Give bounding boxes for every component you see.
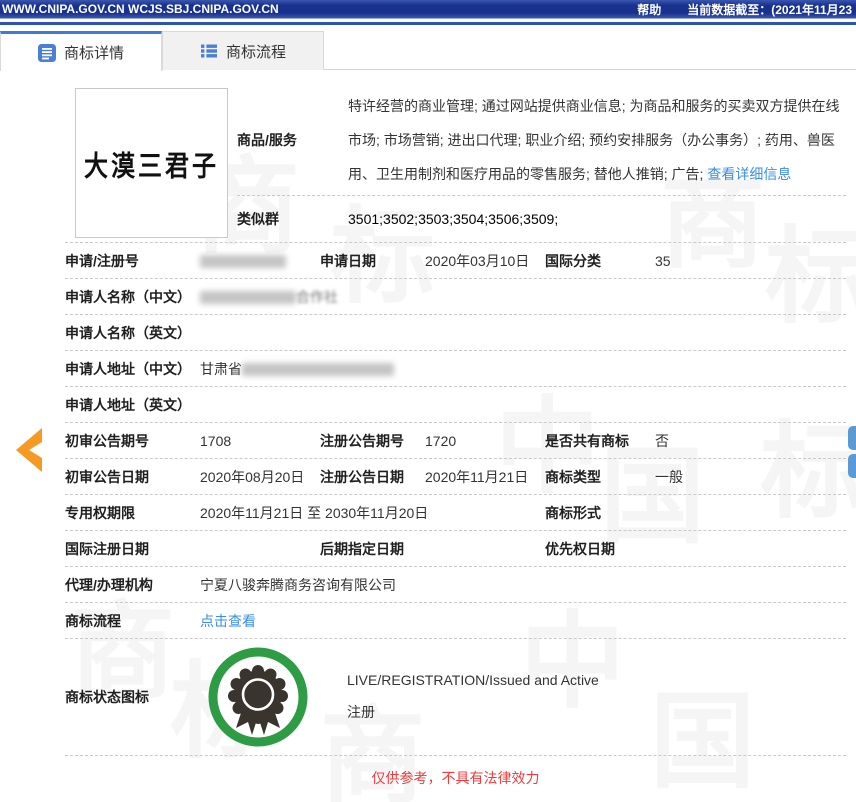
- trademark-type-value: 一般: [655, 467, 846, 487]
- first-pub-date-value: 2020年08月20日: [200, 467, 320, 487]
- table-row-application-number: 申请/注册号 申请日期 2020年03月10日 国际分类 35: [65, 243, 846, 279]
- trademark-flow-label: 商标流程: [65, 611, 200, 631]
- trademark-detail-page: 商 标 商 标 中 国 商 标 中 国 商 标 WWW.CNIPA.GOV.CN…: [0, 0, 856, 802]
- trademark-image-text: 大漠三君子: [84, 143, 219, 183]
- redacted-value: [200, 291, 296, 304]
- list-icon: [200, 42, 218, 60]
- trademark-summary-block: 大漠三君子 商品/服务 特许经营的商业管理; 通过网站提供商业信息; 为商品和服…: [65, 85, 846, 243]
- applicant-address-en-label: 申请人地址（英文）: [65, 395, 200, 415]
- shared-trademark-value: 否: [655, 431, 846, 451]
- right-scroll-indicator-up[interactable]: [848, 426, 856, 450]
- legal-disclaimer: 仅供参考，不具有法律效力: [65, 756, 846, 800]
- applicant-name-visible-suffix: 合作社: [296, 289, 338, 305]
- trademark-detail-table: 大漠三君子 商品/服务 特许经营的商业管理; 通过网站提供商业信息; 为商品和服…: [65, 85, 846, 800]
- first-pub-issue-label: 初审公告期号: [65, 431, 200, 451]
- redacted-value: [200, 255, 286, 268]
- table-row-trademark-status: 商标状态图标: [65, 639, 846, 756]
- later-designation-label: 后期指定日期: [320, 539, 425, 559]
- table-row-applicant-name-en: 申请人名称（英文）: [65, 315, 846, 351]
- shared-trademark-label: 是否共有商标: [545, 431, 655, 451]
- table-row-applicant-name-cn: 申请人名称（中文） 合作社: [65, 279, 846, 315]
- table-row-intl-registration: 国际注册日期 后期指定日期 优先权日期: [65, 531, 846, 567]
- application-number-value: [200, 253, 320, 269]
- table-row-publication-issues: 初审公告期号 1708 注册公告期号 1720 是否共有商标 否: [65, 423, 846, 459]
- trademark-form-label: 商标形式: [545, 503, 655, 523]
- priority-date-label: 优先权日期: [545, 539, 655, 559]
- tab-label: 商标详情: [64, 42, 124, 63]
- applicant-name-cn-label: 申请人名称（中文）: [65, 287, 200, 307]
- award-badge-icon: [207, 646, 309, 748]
- status-en-text: LIVE/REGISTRATION/Issued and Active: [347, 672, 599, 688]
- table-row-applicant-address-cn: 申请人地址（中文） 甘肃省: [65, 351, 846, 387]
- site-urls: WWW.CNIPA.GOV.CN WCJS.SBJ.CNIPA.GOV.CN: [2, 2, 279, 16]
- topbar-right: 帮助 当前数据截至：(2021年11月23: [637, 1, 852, 18]
- exclusive-period-value: 2020年11月21日 至 2030年11月20日: [200, 503, 545, 523]
- goods-services-value: 特许经营的商业管理; 通过网站提供商业信息; 为商品和服务的买卖双方提供在线市场…: [348, 85, 846, 195]
- redacted-value: [242, 363, 394, 376]
- intl-reg-date-label: 国际注册日期: [65, 539, 200, 559]
- table-row-exclusive-period: 专用权期限 2020年11月21日 至 2030年11月20日 商标形式: [65, 495, 846, 531]
- application-date-value: 2020年03月10日: [425, 251, 545, 271]
- help-link[interactable]: 帮助: [637, 1, 661, 18]
- reg-pub-issue-label: 注册公告期号: [320, 431, 425, 451]
- trademark-summary-right: 商品/服务 特许经营的商业管理; 通过网站提供商业信息; 为商品和服务的买卖双方…: [237, 85, 846, 242]
- trademark-status-texts: LIVE/REGISTRATION/Issued and Active 注册: [347, 672, 599, 722]
- tab-bar: 商标详情 商标流程: [0, 31, 856, 70]
- header-divider: [0, 22, 856, 25]
- top-header-bar: WWW.CNIPA.GOV.CN WCJS.SBJ.CNIPA.GOV.CN 帮…: [0, 0, 856, 19]
- table-row-applicant-address-en: 申请人地址（英文）: [65, 387, 846, 423]
- intl-class-label: 国际分类: [545, 251, 655, 271]
- left-arrow-icon[interactable]: [13, 427, 43, 478]
- first-pub-date-label: 初审公告日期: [65, 467, 200, 487]
- applicant-name-cn-value: 合作社: [200, 287, 846, 307]
- goods-services-label: 商品/服务: [237, 85, 348, 195]
- goods-services-row: 商品/服务 特许经营的商业管理; 通过网站提供商业信息; 为商品和服务的买卖双方…: [237, 85, 846, 196]
- application-number-label: 申请/注册号: [65, 251, 200, 271]
- click-to-view-link[interactable]: 点击查看: [200, 613, 256, 629]
- trademark-flow-value: 点击查看: [200, 611, 846, 631]
- right-scroll-indicator-down[interactable]: [848, 454, 856, 478]
- tab-trademark-detail[interactable]: 商标详情: [0, 31, 162, 71]
- table-row-publication-dates: 初审公告日期 2020年08月20日 注册公告日期 2020年11月21日 商标…: [65, 459, 846, 495]
- table-row-agency: 代理/办理机构 宁夏八骏奔腾商务咨询有限公司: [65, 567, 846, 603]
- intl-class-value: 35: [655, 253, 846, 269]
- first-pub-issue-value: 1708: [200, 433, 320, 449]
- applicant-name-en-label: 申请人名称（英文）: [65, 323, 200, 343]
- exclusive-period-label: 专用权期限: [65, 503, 200, 523]
- trademark-status-label: 商标状态图标: [65, 687, 200, 707]
- reg-pub-date-label: 注册公告日期: [320, 467, 425, 487]
- table-row-trademark-flow: 商标流程 点击查看: [65, 603, 846, 639]
- agency-value: 宁夏八骏奔腾商务咨询有限公司: [200, 575, 846, 595]
- trademark-type-label: 商标类型: [545, 467, 655, 487]
- reg-pub-issue-value: 1720: [425, 433, 545, 449]
- trademark-image: 大漠三君子: [75, 88, 228, 238]
- application-date-label: 申请日期: [320, 251, 425, 271]
- applicant-address-cn-label: 申请人地址（中文）: [65, 359, 200, 379]
- status-cn-text: 注册: [347, 702, 599, 722]
- applicant-address-cn-value: 甘肃省: [200, 359, 846, 379]
- agency-label: 代理/办理机构: [65, 575, 200, 595]
- similar-group-label: 类似群: [237, 209, 348, 229]
- view-details-link[interactable]: 查看详细信息: [707, 166, 791, 182]
- similar-group-row: 类似群 3501;3502;3503;3504;3506;3509;: [237, 196, 846, 242]
- document-icon: [38, 44, 56, 62]
- tab-trademark-flow[interactable]: 商标流程: [162, 31, 324, 70]
- reg-pub-date-value: 2020年11月21日: [425, 467, 545, 487]
- similar-group-value: 3501;3502;3503;3504;3506;3509;: [348, 211, 558, 227]
- data-cutoff-text: 当前数据截至：(2021年11月23: [687, 1, 852, 18]
- tab-label: 商标流程: [226, 41, 286, 62]
- address-visible-prefix: 甘肃省: [200, 361, 242, 377]
